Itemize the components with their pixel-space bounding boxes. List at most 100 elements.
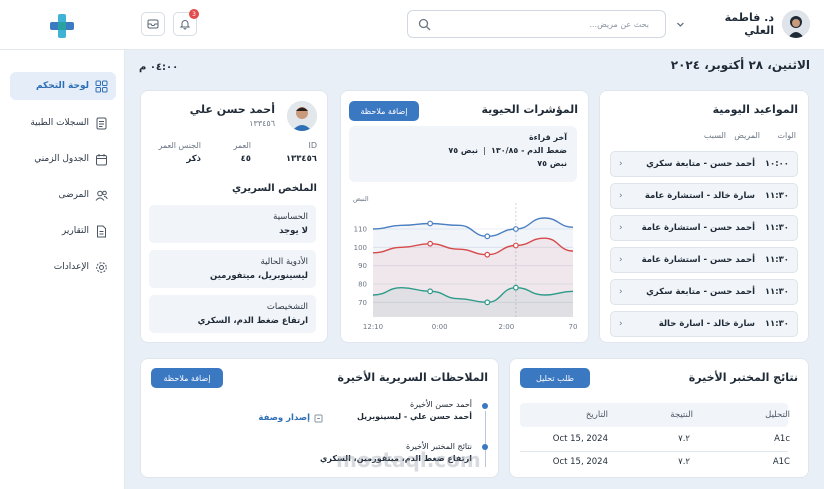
lab-col-result: النتيجة [670,410,693,420]
sidebar-item-label: التقارير [61,226,89,236]
chart-point [427,288,434,295]
chart-point [512,284,519,291]
appointments-header-reason: السبب [703,131,726,140]
summary-key: التشخيصات [266,302,308,312]
appointment-row[interactable]: ١١:٣٠ سارة خالد - استشارة عامة ‹ [610,183,798,209]
blood-pressure-value: ضغط الدم - ١٣٠/٨٥ [490,146,567,155]
appointment-row[interactable]: ١١:٣٠ أحمد حسن - استشارة عامة ‹ [610,215,798,241]
issue-prescription-label: إصدار وصفة [258,413,310,423]
patient-avatar [287,101,317,131]
sidebar-item-reports[interactable]: التقارير [10,217,116,245]
clinical-summary-title: الملخص السريري [231,183,317,194]
request-test-button[interactable]: طلب تحليل [520,368,590,388]
chevron-left-icon: ‹ [619,319,623,329]
lab-date: Oct 15, 2024 [552,457,608,467]
chevron-left-icon: ‹ [619,191,623,201]
page-time: ٠٤:٠٠ م [139,62,179,73]
gear-icon [96,261,107,273]
lab-test: A1c [774,434,790,444]
chart-y-tick-label: 70 [358,299,367,307]
patient-id-short: ١٣٣٤٥٦ [249,119,275,128]
appointment-time: ١١:٣٠ [764,191,789,201]
patient-gender-value: ذكر [186,154,201,164]
chart-x-tick-label: 70 [569,323,578,331]
chart-point [512,242,519,249]
appointment-text: أحمد حسن - استشارة عامة [641,255,755,265]
appointment-time: ١١:٣٠ [764,287,789,297]
sidebar-item-records[interactable]: السجلات الطبية [10,109,116,137]
lab-results-card: نتائج المختبر الأخيرة طلب تحليل التحليل … [509,358,809,478]
appointments-card: المواعيد اليومية الوات المريض السبب ١٠:٠… [599,90,809,343]
notes-timeline [485,411,486,467]
sidebar-item-label: الإعدادات [53,262,89,272]
appointment-time: ١١:٣٠ [764,223,789,233]
search-input[interactable]: بحث عن مريض... [407,10,666,38]
sidebar-item-label: المرضى [58,190,89,200]
appointments-title: المواعيد اليومية [712,103,798,116]
chevron-left-icon: ‹ [619,255,623,265]
appointment-row[interactable]: ١٠:٠٠ أحمد حسن - متابعة سكري ‹ [610,151,798,177]
patient-age-label: العمر [233,141,251,150]
report-icon [97,225,106,237]
chart-point [427,240,434,247]
chevron-down-icon [677,22,684,27]
patient-age-value: ٤٥ [240,154,251,164]
latest-reading-label: آخر قراءة [528,133,567,142]
chart-x-tick-label: 0:00 [432,323,448,331]
patient-name: أحمد حسن علي [189,103,275,116]
latest-reading-box: آخر قراءة ضغط الدم - ١٣٠/٨٥ | نبض ٧٥ نبض… [349,126,577,182]
appointment-row[interactable]: ١١:٣٠ أحمد حسن - استشارة عامة ‹ [610,247,798,273]
lab-row-divider [520,451,788,452]
document-icon [96,117,107,129]
calendar-icon [96,153,107,165]
lab-col-test: التحليل [765,410,790,420]
patient-id-value: ١٣٣٤٥٦ [285,154,317,164]
top-bar: 3 بحث عن مريض... د. فاطمة العلي [0,0,824,50]
user-menu[interactable]: د. فاطمة العلي [676,9,810,39]
sidebar-item-label: السجلات الطبية [30,118,89,128]
pulse-value: نبض ٧٥ [537,159,567,168]
chart-x-tick-label: 2:00 [498,323,514,331]
appointments-header-time: الوات [777,131,796,140]
appointment-text: أحمد حسن - متابعة سكري [646,287,755,297]
lab-table-header [520,403,788,427]
add-note-button[interactable]: إضافة ملاحظة [349,101,419,121]
watermark: mostaql.com [336,448,481,472]
vitals-title: المؤشرات الحيوية [481,103,578,116]
lab-col-date: التاريخ [585,410,608,420]
lab-results-title: نتائج المختبر الأخيرة [688,371,798,384]
summary-key: الحساسية [273,212,308,222]
appointment-text: سارة خالد - استشارة عامة [644,191,755,201]
patient-card: أحمد حسن علي ١٣٣٤٥٦ ID ١٣٣٤٥٦ العمر ٤٥ ا… [140,90,328,343]
sidebar-item-label: لوحة التحكم [35,81,89,91]
appointment-time: ١١:٣٠ [764,319,789,329]
clinical-notes-title: الملاحظات السريرية الأخيرة [337,371,488,384]
chart-y-tick-label: 100 [354,244,367,252]
sidebar-item-settings[interactable]: الإعدادات [10,253,116,281]
sidebar-item-schedule[interactable]: الجدول الزمني [10,145,116,173]
summary-value: ارتفاع ضغط الدم، السكري [197,316,308,326]
issue-prescription-link[interactable]: إصدار وصفة [258,413,323,423]
patient-gender-label: الجنس العمر [158,141,201,150]
inbox-icon[interactable] [141,12,165,36]
chart-y-tick-label: 110 [354,226,367,234]
sidebar-item-patients[interactable]: المرضى [10,181,116,209]
appointment-text: سارة خالد - اسارة حالة [658,319,755,329]
sidebar-item-dashboard[interactable]: لوحة التحكم [10,72,116,100]
summary-allergies: الحساسية لا يوجد [149,205,316,243]
appointment-time: ١١:٣٠ [764,255,789,265]
chart-point [512,226,519,232]
chevron-left-icon: ‹ [619,287,623,297]
chevron-left-icon: ‹ [619,159,623,169]
medical-cross-logo[interactable] [48,12,76,40]
add-note-button[interactable]: إضافة ملاحظة [151,368,223,388]
summary-medications: الأدوية الحالية ليسينوبريل، ميتفورمين [149,250,316,288]
appointment-row[interactable]: ١١:٣٠ سارة خالد - اسارة حالة ‹ [610,311,798,337]
page-date: الاثنين، ٢٨ أكتوبر، ٢٠٢٤ [670,58,810,72]
prescription-icon [314,414,323,422]
note-item: أحمد حسن الأخيرة أحمد حسن علي - ليسينوبر… [357,399,472,423]
appointment-text: أحمد حسن - متابعة سكري [646,159,755,169]
note-detail: أحمد حسن علي - ليسينوبريل [357,412,472,421]
bell-icon[interactable]: 3 [173,9,199,36]
appointment-row[interactable]: ١١:٣٠ أحمد حسن - متابعة سكري ‹ [610,279,798,305]
